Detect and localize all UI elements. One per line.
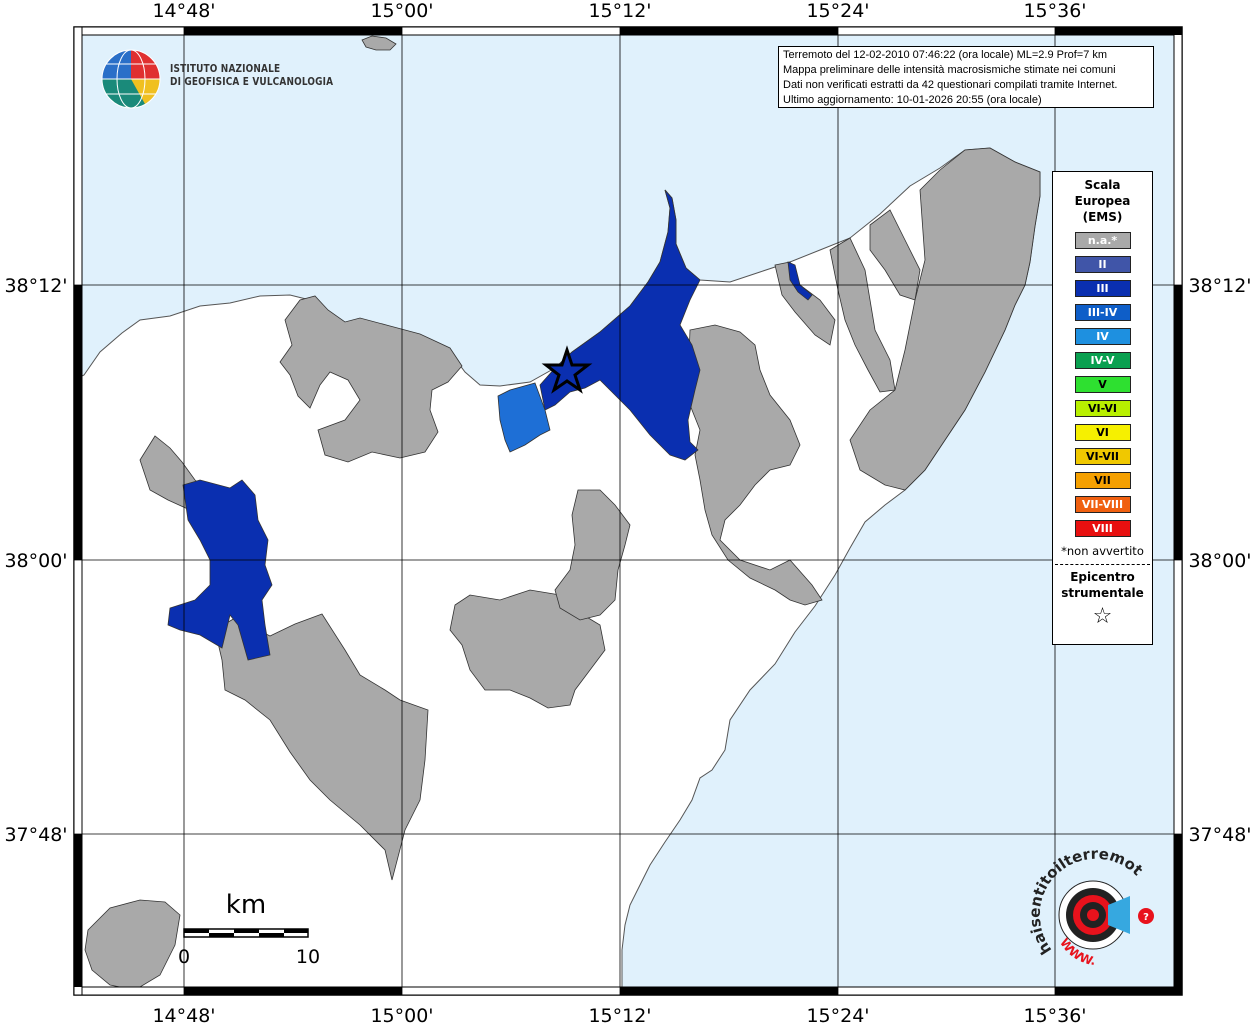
legend-swatch: VII-VIII bbox=[1074, 496, 1131, 513]
info-line: Ultimo aggiornamento: 10-01-2026 20:55 (… bbox=[783, 94, 1042, 106]
lon-label-top: 15°12' bbox=[588, 0, 651, 22]
star-icon: ☆ bbox=[1092, 604, 1113, 629]
legend-swatch: III-IV bbox=[1074, 304, 1131, 321]
legend-swatch: n.a.* bbox=[1074, 232, 1131, 249]
legend-swatch: II bbox=[1074, 256, 1131, 273]
lon-label-bottom: 14°48' bbox=[152, 1005, 215, 1024]
info-box: Terremoto del 12-02-2010 07:46:22 (ora l… bbox=[778, 46, 1154, 108]
legend-epicenter-line: Epicentro bbox=[1070, 570, 1135, 584]
legend-title-line: Scala bbox=[1084, 178, 1121, 192]
scale-unit: km bbox=[226, 890, 266, 920]
legend-items: n.a.* II III III-IV IV IV-V V VI-VI VI VI-VII VII V… bbox=[1053, 232, 1152, 537]
legend-swatch: IV-V bbox=[1074, 352, 1131, 369]
lon-label-bottom: 15°12' bbox=[588, 1005, 651, 1024]
legend: Scala Europea (EMS) n.a.* II III III-IV IV IV… bbox=[1052, 171, 1153, 645]
legend-epicenter-line: strumentale bbox=[1061, 586, 1144, 600]
institute-name: ISTITUTO NAZIONALE DI GEOFISICA E VULCAN… bbox=[170, 63, 333, 89]
legend-divider bbox=[1055, 564, 1150, 565]
legend-swatch: VIII bbox=[1074, 520, 1131, 537]
lon-label-bottom: 15°24' bbox=[806, 1005, 869, 1024]
lon-label-bottom: 15°36' bbox=[1023, 1005, 1086, 1024]
scale-max: 10 bbox=[296, 946, 320, 968]
lat-label-left: 37°48' bbox=[4, 824, 67, 846]
legend-title: Scala Europea (EMS) bbox=[1053, 177, 1152, 225]
info-line: Dati non verificati estratti da 42 quest… bbox=[783, 79, 1118, 91]
institute-line: DI GEOFISICA E VULCANOLOGIA bbox=[170, 76, 334, 88]
institute-line: ISTITUTO NAZIONALE bbox=[170, 63, 281, 75]
legend-swatch: VII bbox=[1074, 472, 1131, 489]
lat-label-left: 38°12' bbox=[4, 275, 67, 297]
legend-swatch: III bbox=[1074, 280, 1131, 297]
svg-text:?: ? bbox=[1143, 912, 1149, 923]
lon-label-top: 15°00' bbox=[370, 0, 433, 22]
lat-label-right: 38°00' bbox=[1188, 550, 1251, 572]
scale-min: 0 bbox=[178, 946, 190, 968]
lon-label-top: 15°24' bbox=[806, 0, 869, 22]
ingv-logo-icon bbox=[101, 49, 161, 109]
info-line: Terremoto del 12-02-2010 07:46:22 (ora l… bbox=[783, 49, 1108, 61]
lon-label-top: 15°36' bbox=[1023, 0, 1086, 22]
legend-note: *non avvertito bbox=[1061, 544, 1144, 558]
legend-swatch: VI-VII bbox=[1074, 448, 1131, 465]
lon-label-bottom: 15°00' bbox=[370, 1005, 433, 1024]
lat-label-left: 38°00' bbox=[4, 550, 67, 572]
legend-title-line: Europea bbox=[1074, 194, 1131, 208]
lat-label-right: 38°12' bbox=[1188, 275, 1251, 297]
lat-label-right: 37°48' bbox=[1188, 824, 1251, 846]
legend-swatch: VI bbox=[1074, 424, 1131, 441]
legend-epicenter-label: Epicentro strumentale bbox=[1053, 569, 1152, 601]
legend-swatch: IV bbox=[1074, 328, 1131, 345]
lon-label-top: 14°48' bbox=[152, 0, 215, 22]
legend-swatch: VI-VI bbox=[1074, 400, 1131, 417]
legend-title-line: (EMS) bbox=[1082, 210, 1123, 224]
info-line: Mappa preliminare delle intensità macros… bbox=[783, 64, 1116, 76]
legend-swatch: V bbox=[1074, 376, 1131, 393]
